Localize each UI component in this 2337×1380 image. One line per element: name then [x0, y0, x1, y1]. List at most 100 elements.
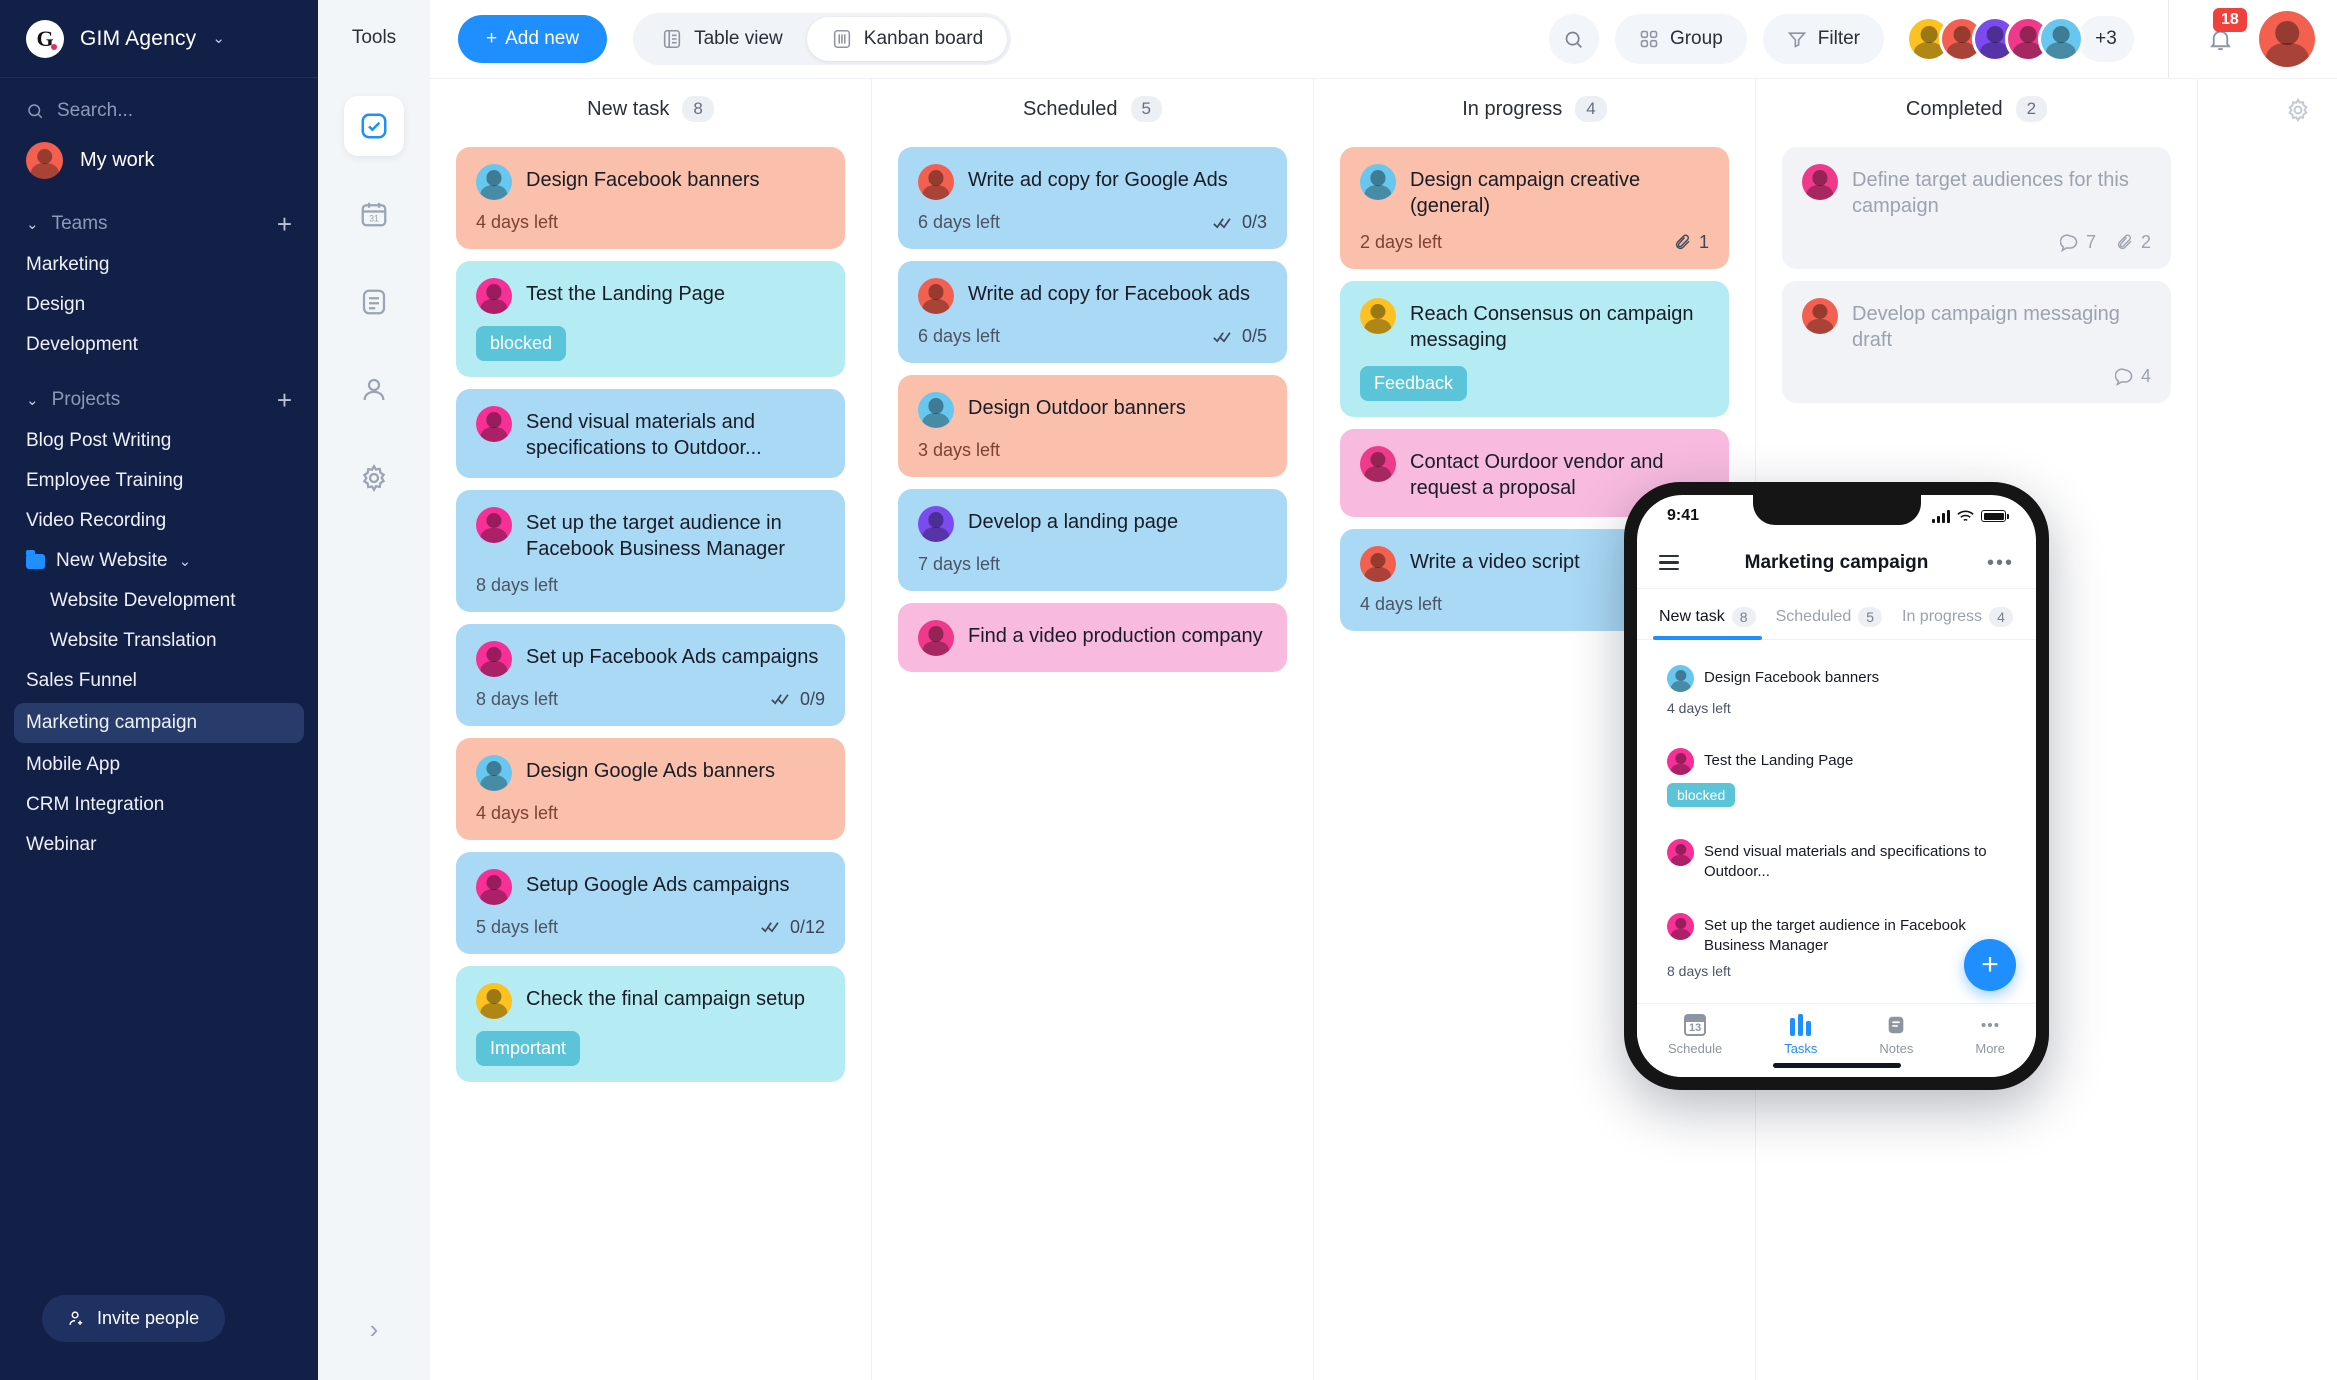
phone-nav-tasks[interactable]: Tasks [1784, 1014, 1817, 1056]
tab-kanban-board[interactable]: Kanban board [806, 17, 1008, 61]
status-badge: blocked [476, 326, 567, 361]
member-avatars[interactable]: +3 [1906, 16, 2134, 62]
task-card[interactable]: Find a video production company [898, 603, 1287, 672]
sidebar-item-new-website[interactable]: New Website ⌄ [0, 541, 318, 581]
collapse-rail-button[interactable]: › [370, 1316, 379, 1342]
add-project-button[interactable]: + [277, 387, 292, 413]
task-card[interactable]: Design Outdoor banners 3 days left [898, 375, 1287, 477]
add-task-fab[interactable]: + [1964, 939, 2016, 991]
sidebar-item-webinar[interactable]: Webinar [0, 825, 318, 865]
subtasks-meta: 0/3 [1213, 212, 1267, 233]
workspace-switcher[interactable]: G GIM Agency ⌄ [0, 0, 318, 78]
project-label: Employee Training [26, 470, 184, 491]
phone-task-card[interactable]: Test the Landing Page blocked [1653, 737, 2020, 818]
attachments-count: 2 [2140, 231, 2151, 252]
avatar [918, 164, 954, 200]
sidebar-item-blog-post-writing[interactable]: Blog Post Writing [0, 421, 318, 461]
status-badge: Feedback [1360, 365, 1468, 401]
rail-item-settings[interactable] [344, 448, 404, 508]
card-title: Write ad copy for Facebook ads [968, 283, 1250, 305]
task-card[interactable]: Set up Facebook Ads campaigns 8 days lef… [456, 623, 845, 726]
phone-task-card[interactable]: Set up the target audience in Facebook B… [1653, 902, 2020, 990]
chevron-down-icon: ⌄ [26, 391, 39, 409]
board-settings-button[interactable] [2285, 97, 2311, 128]
sidebar-item-design[interactable]: Design [0, 285, 318, 325]
sidebar-item-marketing-campaign[interactable]: Marketing campaign [14, 703, 304, 743]
teams-label: Teams [51, 213, 108, 234]
column-title: Scheduled [1023, 97, 1118, 120]
column-title: New task [587, 97, 670, 120]
column-body: Define target audiences for this campaig… [1756, 139, 2197, 403]
plus-icon: + [486, 28, 498, 49]
sidebar-item-mobile-app[interactable]: Mobile App [0, 745, 318, 785]
task-card[interactable]: Reach Consensus on campaign messaging Fe… [1340, 280, 1729, 417]
task-card[interactable]: Design campaign creative (general) 2 day… [1340, 147, 1729, 269]
chevron-down-icon[interactable]: ⌄ [212, 31, 225, 46]
column-header[interactable]: In progress 4 [1314, 79, 1755, 139]
card-top: Design campaign creative (general) [1360, 163, 1709, 220]
task-card[interactable]: Write ad copy for Facebook ads 6 days le… [898, 261, 1287, 363]
my-work-label: My work [80, 149, 155, 171]
sidebar-item-video-recording[interactable]: Video Recording [0, 501, 318, 541]
add-new-button[interactable]: + Add new [458, 15, 608, 63]
card-title: Design Outdoor banners [968, 397, 1186, 419]
phone-nav-schedule[interactable]: 13 Schedule [1668, 1014, 1722, 1056]
card-top: Set up the target audience in Facebook B… [1667, 913, 2006, 955]
sidebar-item-crm-integration[interactable]: CRM Integration [0, 785, 318, 825]
sidebar-item-website-translation[interactable]: Website Translation [0, 621, 318, 661]
search-input[interactable]: Search... [0, 78, 318, 132]
task-card[interactable]: Design Facebook banners 4 days left [456, 147, 845, 249]
column-header[interactable]: Scheduled 5 [872, 79, 1313, 139]
task-card[interactable]: Develop a landing page 7 days left [898, 489, 1287, 591]
more-options-icon[interactable]: ••• [1987, 553, 2014, 573]
task-card[interactable]: Design Google Ads banners 4 days left [456, 737, 845, 840]
card-title: Find a video production company [968, 625, 1263, 647]
sidebar-item-website-development[interactable]: Website Development [0, 581, 318, 621]
rail-item-calendar[interactable]: 31 [344, 184, 404, 244]
rail-item-tasks[interactable] [344, 96, 404, 156]
phone-nav-notes[interactable]: Notes [1879, 1014, 1913, 1056]
task-card[interactable]: Define target audiences for this campaig… [1782, 147, 2171, 269]
phone-tab-scheduled[interactable]: Scheduled 5 [1770, 603, 1888, 639]
invite-people-button[interactable]: Invite people [42, 1295, 226, 1342]
rail-item-notes[interactable] [344, 272, 404, 332]
column-header[interactable]: Completed 2 [1756, 79, 2197, 139]
phone-task-card[interactable]: Send visual materials and specifications… [1653, 828, 2020, 892]
task-card[interactable]: Check the final campaign setup Important [456, 965, 845, 1082]
card-title: Set up the target audience in Facebook B… [526, 511, 786, 561]
sidebar-item-marketing[interactable]: Marketing [0, 245, 318, 285]
sidebar-item-sales-funnel[interactable]: Sales Funnel [0, 661, 318, 701]
avatars-overflow-count[interactable]: +3 [2078, 16, 2134, 62]
projects-section-header[interactable]: ⌄ Projects + [0, 365, 318, 421]
column-header[interactable]: New task 8 [430, 79, 871, 139]
search-button[interactable] [1548, 14, 1599, 64]
add-team-button[interactable]: + [277, 211, 292, 237]
task-card[interactable]: Set up the target audience in Facebook B… [456, 489, 845, 612]
task-card[interactable]: Develop campaign messaging draft 4 [1782, 280, 2171, 403]
phone-task-card[interactable]: Design Facebook banners 4 days left [1653, 654, 2020, 727]
task-card[interactable]: Test the Landing Page blocked [456, 261, 845, 377]
task-card[interactable]: Write ad copy for Google Ads 6 days left… [898, 147, 1287, 249]
notifications-button[interactable]: 18 [2197, 8, 2247, 62]
card-top: Reach Consensus on campaign messaging [1360, 297, 1709, 354]
teams-section-header[interactable]: ⌄ Teams + [0, 189, 318, 245]
current-user-avatar[interactable] [2259, 11, 2315, 67]
sidebar-item-employee-training[interactable]: Employee Training [0, 461, 318, 501]
column-count: 4 [1575, 96, 1607, 122]
avatar [26, 142, 63, 179]
sidebar-item-development[interactable]: Development [0, 325, 318, 365]
tab-table-view[interactable]: Table view [637, 17, 807, 61]
chevron-down-icon[interactable]: ⌄ [179, 554, 192, 569]
phone-tab-new-task[interactable]: New task 8 [1653, 603, 1762, 640]
card-title: Setup Google Ads campaigns [526, 873, 790, 896]
phone-nav-more[interactable]: More [1975, 1014, 2005, 1056]
task-card[interactable]: Send visual materials and specifications… [456, 389, 845, 478]
task-card[interactable]: Setup Google Ads campaigns 5 days left 0… [456, 851, 845, 954]
filter-button[interactable]: Filter [1762, 14, 1884, 64]
phone-tab-in-progress[interactable]: In progress 4 [1896, 603, 2019, 639]
card-meta: 0/12 [761, 917, 825, 938]
sidebar-item-my-work[interactable]: My work [0, 132, 318, 189]
group-button[interactable]: Group [1614, 14, 1747, 64]
board-columns: New task 8 Design Facebook banners 4 day… [430, 79, 2337, 1380]
rail-item-person[interactable] [344, 360, 404, 420]
